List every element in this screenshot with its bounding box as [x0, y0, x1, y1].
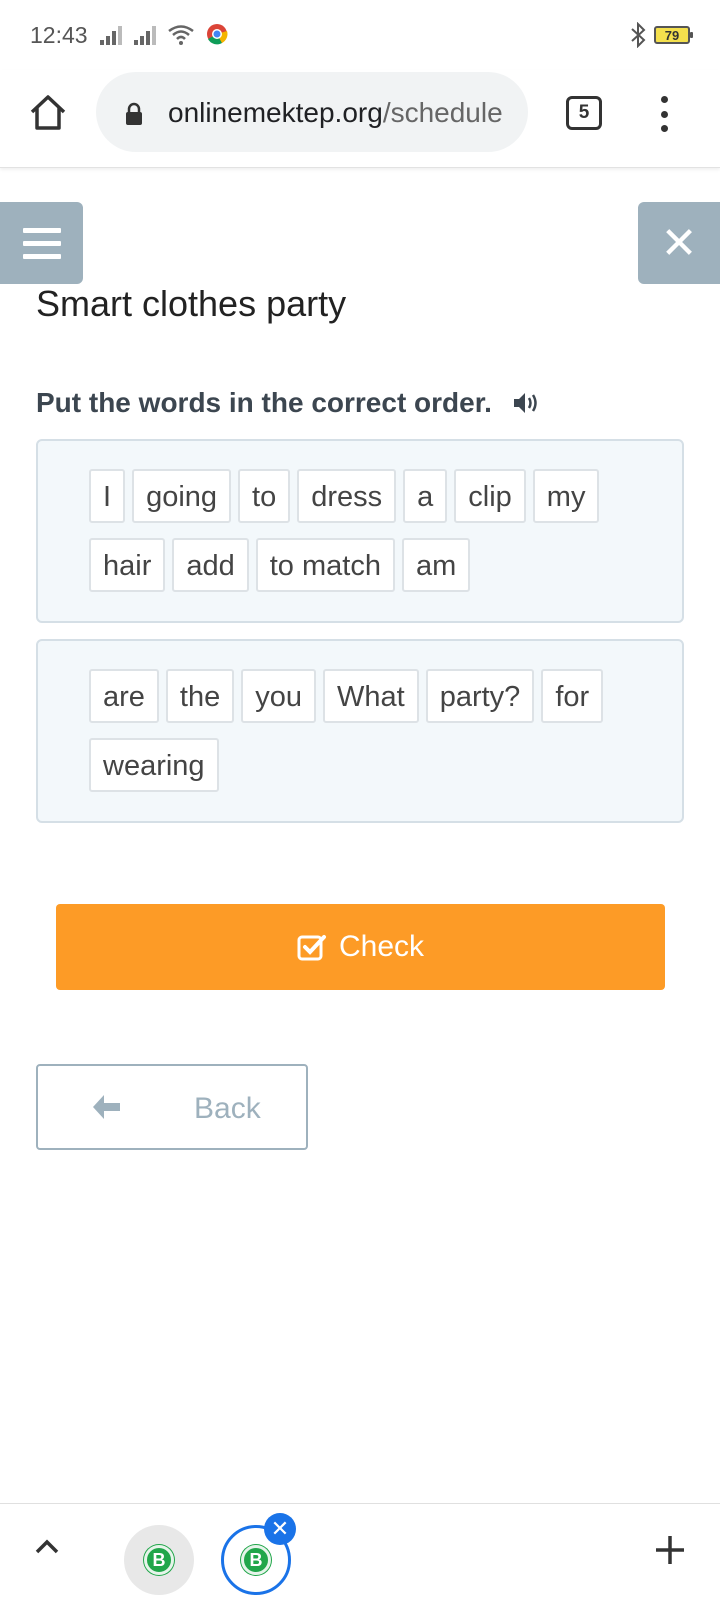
bluetooth-icon: [631, 22, 646, 48]
site-logo-icon: B: [241, 1545, 271, 1575]
close-icon[interactable]: ✕: [638, 202, 720, 284]
word-chip[interactable]: clip: [454, 469, 526, 523]
word-chip[interactable]: the: [165, 669, 235, 723]
battery-icon: 79: [654, 26, 693, 44]
word-chip[interactable]: a: [403, 469, 448, 523]
word-chip[interactable]: for: [541, 669, 604, 723]
check-label: Check: [338, 930, 425, 963]
word-chip[interactable]: you: [241, 669, 317, 723]
word-chip[interactable]: going: [132, 469, 232, 523]
word-chip[interactable]: are: [89, 669, 159, 723]
word-chip[interactable]: to: [238, 469, 291, 523]
chrome-icon: [207, 24, 228, 45]
chevron-up-icon[interactable]: [34, 1537, 60, 1555]
site-logo-icon: B: [144, 1545, 174, 1575]
back-button[interactable]: Back: [36, 1064, 308, 1150]
signal-icon: [100, 25, 122, 45]
arrow-left-icon: [93, 1095, 120, 1119]
more-vert-icon[interactable]: [652, 94, 676, 134]
plus-icon[interactable]: [654, 1534, 686, 1566]
word-chip[interactable]: I: [89, 469, 126, 523]
tab-count-button[interactable]: 5: [566, 96, 602, 130]
wifi-icon: [168, 25, 194, 45]
word-chip[interactable]: to match: [255, 538, 395, 592]
sentence-1-box: Igoing to dress a clip my hair add to match am: [36, 439, 684, 623]
url-domain: onlinemektep.org: [168, 97, 383, 128]
bottom-tab-strip: B B ✕: [0, 1503, 720, 1600]
status-right: 79: [630, 22, 693, 48]
speaker-icon[interactable]: [512, 390, 542, 416]
check-button[interactable]: Check: [56, 904, 665, 990]
tab-thumbnail[interactable]: B: [124, 1525, 194, 1595]
lock-icon: [126, 102, 142, 125]
back-label: Back: [194, 1092, 261, 1125]
status-time: 12:43: [30, 22, 88, 48]
check-square-icon: [297, 935, 326, 961]
url-path: /schedule: [382, 97, 503, 128]
close-tab-icon[interactable]: ✕: [264, 1513, 296, 1545]
instruction: Put the words in the correct order.: [36, 387, 542, 419]
signal-icon: [134, 25, 156, 45]
sentence-2-box: are the you What party? for wearing: [36, 639, 684, 823]
browser-toolbar: onlinemektep.org/schedule 5: [0, 70, 720, 168]
word-chip[interactable]: dress: [297, 469, 397, 523]
word-chip[interactable]: party?: [425, 669, 535, 723]
status-icons: [100, 23, 228, 45]
word-chip[interactable]: my: [532, 469, 600, 523]
home-icon[interactable]: [28, 92, 68, 132]
status-bar: 12:43 79: [0, 0, 720, 70]
word-chip[interactable]: am: [401, 538, 471, 592]
word-chip[interactable]: add: [172, 538, 249, 592]
word-chip[interactable]: wearing: [89, 738, 219, 792]
word-chip[interactable]: hair: [89, 538, 166, 592]
word-chip[interactable]: What: [323, 669, 419, 723]
url-bar[interactable]: onlinemektep.org/schedule: [96, 72, 528, 152]
url-text: onlinemektep.org/schedule: [168, 97, 503, 129]
hamburger-icon[interactable]: [0, 202, 83, 284]
instruction-text: Put the words in the correct order.: [36, 387, 492, 418]
page-title: Smart clothes party: [36, 283, 347, 324]
